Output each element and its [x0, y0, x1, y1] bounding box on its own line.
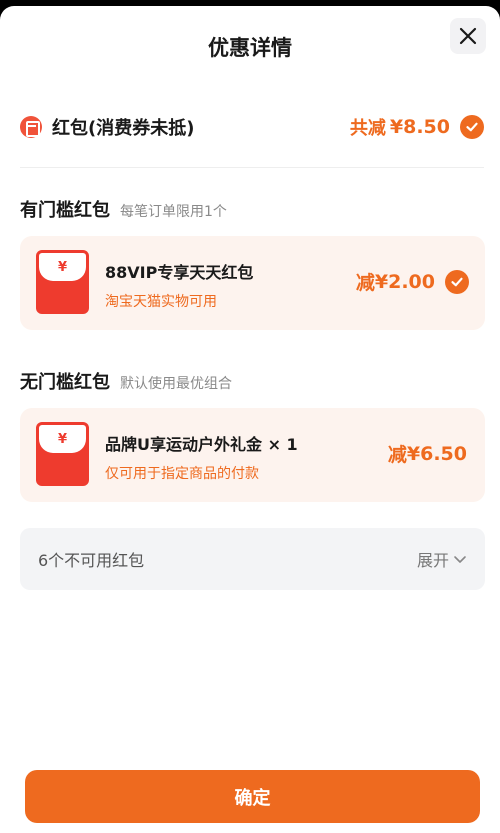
unavailable-label: 6个不可用红包: [38, 551, 145, 570]
unavailable-red-packets-row[interactable]: 6个不可用红包 展开: [20, 528, 485, 590]
coupon-detail-sheet: 优惠详情 红包(消费券未抵) 共减 ¥8.50 有门槛红包 每笔订单限用1个 ¥…: [0, 6, 500, 833]
card-amount: ¥2.00: [374, 270, 435, 293]
section-threshold-title: 有门槛红包 每笔订单限用1个: [20, 196, 227, 222]
sheet-header: 优惠详情: [0, 6, 500, 82]
section-note: 默认使用最优组合: [120, 376, 232, 392]
total-discount-label: 共减: [349, 118, 386, 139]
divider: [20, 167, 484, 168]
yen-mark: ¥: [39, 425, 86, 453]
card-discount: 减 ¥2.00: [356, 268, 469, 295]
close-button[interactable]: [450, 18, 486, 54]
section-name: 有门槛红包: [20, 200, 110, 221]
red-packet-card-brand[interactable]: ¥ 品牌U享运动户外礼金 × 1 仅可用于指定商品的付款 减 ¥6.50: [20, 408, 485, 502]
red-packet-card-88vip[interactable]: ¥ 88VIP专享天天红包 淘宝天猫实物可用 减 ¥2.00: [20, 236, 485, 330]
card-description: 仅可用于指定商品的付款: [105, 466, 259, 482]
confirm-button[interactable]: 确定: [25, 770, 480, 823]
red-envelope-icon: ¥: [36, 422, 89, 486]
yen-mark: ¥: [39, 253, 86, 281]
summary-total: 共减 ¥8.50: [350, 114, 484, 140]
section-no-threshold-title: 无门槛红包 默认使用最优组合: [20, 368, 232, 394]
total-discount-amount: ¥8.50: [389, 116, 450, 138]
sheet-title: 优惠详情: [208, 36, 292, 60]
card-title: 88VIP专享天天红包: [105, 263, 254, 282]
expand-label: 展开: [416, 551, 449, 570]
red-packet-icon: [20, 116, 42, 138]
expand-button[interactable]: 展开: [417, 547, 467, 571]
red-envelope-icon: ¥: [36, 250, 89, 314]
section-note: 每笔订单限用1个: [120, 204, 227, 220]
card-description: 淘宝天猫实物可用: [105, 294, 217, 310]
card-amount-label: 减: [355, 272, 375, 294]
summary-check-icon[interactable]: [460, 115, 484, 139]
chevron-down-icon: [454, 556, 466, 563]
close-icon: [459, 27, 477, 45]
card-check-icon[interactable]: [445, 269, 469, 294]
section-name: 无门槛红包: [20, 372, 110, 393]
red-packet-summary[interactable]: 红包(消费券未抵) 共减 ¥8.50: [20, 112, 484, 142]
card-amount: ¥6.50: [406, 442, 467, 465]
summary-label: 红包(消费券未抵): [52, 118, 195, 139]
card-title: 品牌U享运动户外礼金 × 1: [105, 435, 298, 454]
card-discount: 减 ¥6.50: [388, 440, 467, 467]
card-amount-label: 减: [387, 444, 407, 466]
